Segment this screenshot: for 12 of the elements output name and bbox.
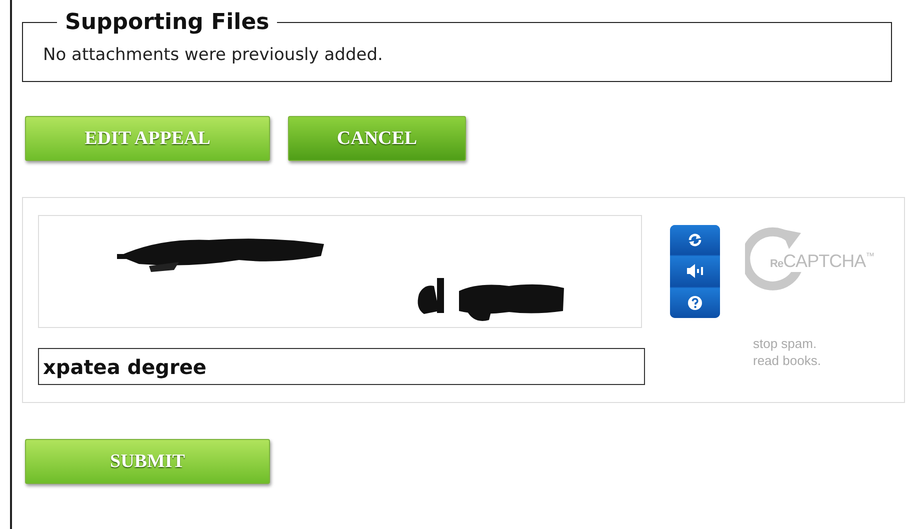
section-title: Supporting Files xyxy=(64,10,270,35)
speaker-icon[interactable] xyxy=(670,256,720,287)
tagline-text: stop spam. xyxy=(753,335,818,352)
tagline-text: read books. xyxy=(753,352,822,369)
submit-button[interactable]: SUBMIT xyxy=(25,439,270,484)
recaptcha-logo: ReCAPTCHA™ xyxy=(745,225,895,297)
action-button[interactable]: CANCEL xyxy=(288,116,466,161)
empty-message: No attachments were previously added. xyxy=(43,45,384,65)
refresh-icon[interactable] xyxy=(670,225,720,256)
captcha-answer-field[interactable]: xpatea degree xyxy=(38,348,645,385)
action-button[interactable]: EDIT APPEAL xyxy=(25,116,270,161)
help-icon[interactable] xyxy=(670,288,720,318)
